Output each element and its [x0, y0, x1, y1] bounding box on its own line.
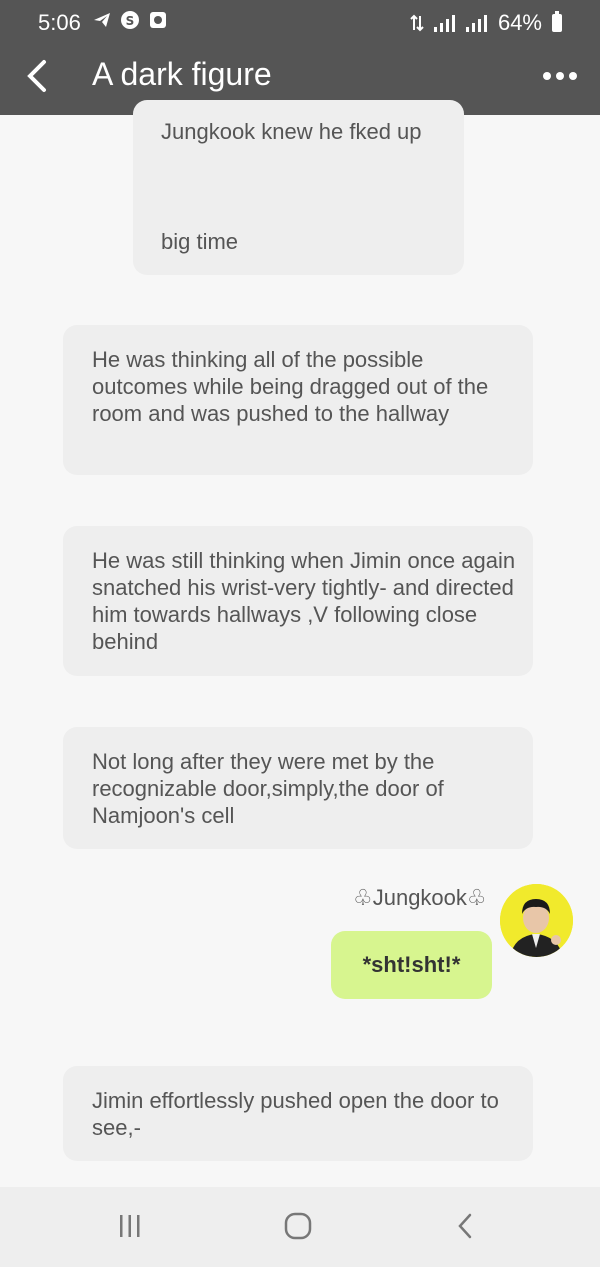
- narration-bubble: Jungkook knew he fked up big time: [133, 100, 464, 275]
- character-portrait: [500, 884, 573, 957]
- data-arrows-icon: [410, 14, 424, 32]
- narration-bubble: He was still thinking when Jimin once ag…: [63, 526, 533, 676]
- narration-text: Not long after they were met by the reco…: [92, 749, 444, 828]
- svg-text:S: S: [126, 14, 135, 28]
- reply-text: *sht!sht!*: [362, 952, 461, 977]
- home-icon: [284, 1212, 312, 1240]
- avatar[interactable]: [500, 884, 573, 957]
- speaker-name: ♧Jungkook♧: [353, 885, 487, 910]
- narration-text: big time: [161, 229, 239, 254]
- home-button[interactable]: [268, 1201, 328, 1251]
- narration-bubble: Jimin effortlessly pushed open the door …: [63, 1066, 533, 1161]
- back-icon: [458, 1213, 472, 1239]
- signal-icon: [433, 15, 455, 32]
- more-options-button[interactable]: [538, 58, 582, 94]
- s-app-icon: S: [121, 11, 139, 29]
- recents-button[interactable]: [100, 1201, 160, 1251]
- narration-text: He was thinking all of the possible outc…: [92, 347, 489, 426]
- status-system-icons: 64%: [410, 10, 562, 36]
- battery-percent: 64%: [497, 10, 542, 35]
- recents-icon: [120, 1215, 140, 1237]
- narration-text: Jimin effortlessly pushed open the door …: [92, 1088, 499, 1140]
- system-navigation-bar: [0, 1187, 600, 1267]
- status-time: 5:06: [38, 10, 81, 35]
- box-app-icon: [150, 12, 166, 28]
- more-dots-icon: [543, 72, 551, 80]
- back-button[interactable]: [18, 54, 58, 98]
- narration-bubble: Not long after they were met by the reco…: [63, 727, 533, 849]
- system-back-button[interactable]: [436, 1201, 496, 1251]
- narration-text: He was still thinking when Jimin once ag…: [92, 548, 516, 654]
- page-title: A dark figure: [92, 56, 272, 92]
- character-reply-bubble: *sht!sht!*: [331, 931, 492, 999]
- app-header: 5:06 S 64% A dark figure: [0, 0, 600, 115]
- chevron-left-icon: [27, 60, 46, 92]
- narration-text: Jungkook knew he fked up: [161, 119, 422, 144]
- narration-bubble: He was thinking all of the possible outc…: [63, 325, 533, 475]
- signal-icon: [465, 15, 487, 32]
- telegram-icon: [94, 13, 110, 27]
- status-notification-icons: S: [92, 10, 168, 30]
- battery-icon: [552, 11, 562, 32]
